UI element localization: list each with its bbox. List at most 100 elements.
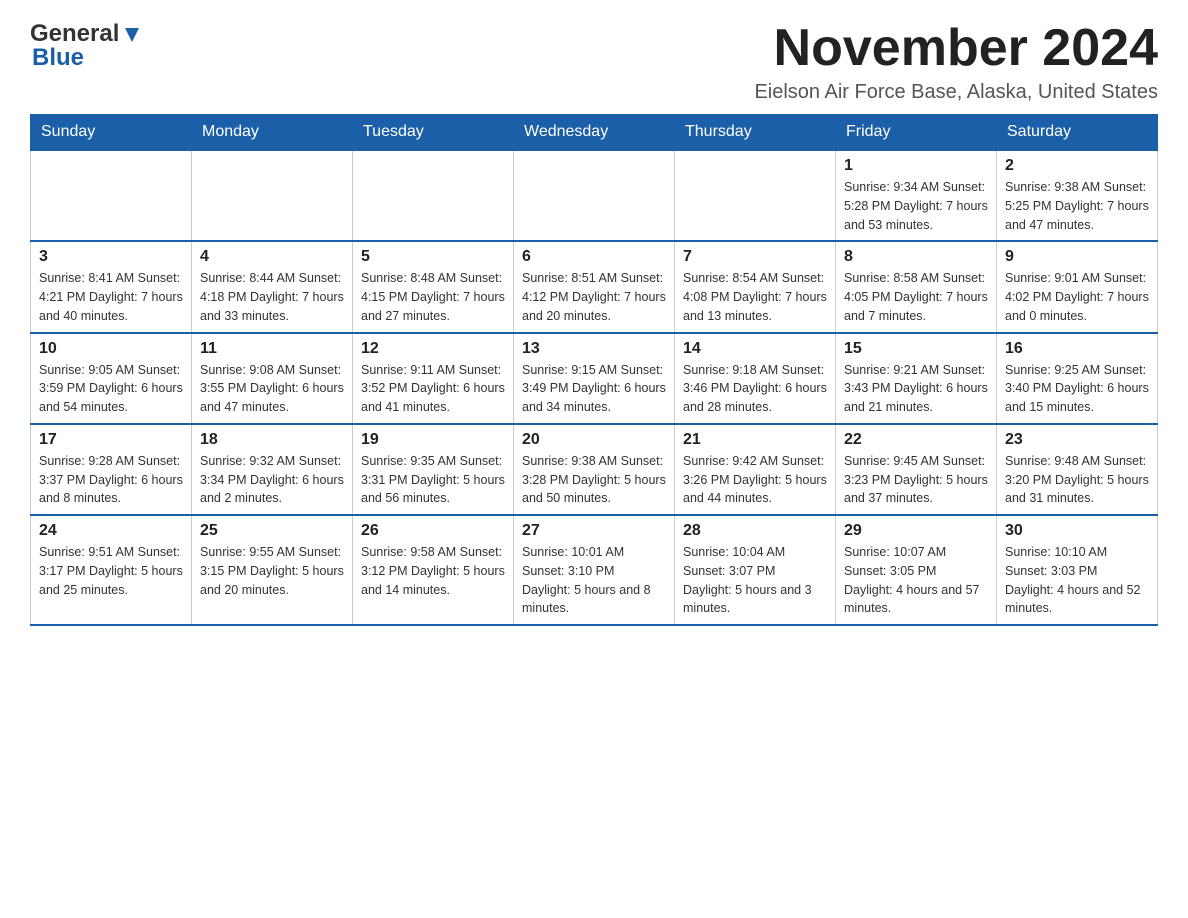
day-number: 11 bbox=[200, 340, 344, 358]
calendar-week-row: 10 Sunrise: 9:05 AM Sunset: 3:59 PM Dayli… bbox=[31, 333, 1158, 424]
day-number: 21 bbox=[683, 431, 827, 449]
table-row bbox=[514, 150, 675, 241]
header-thursday: Thursday bbox=[675, 115, 836, 151]
day-number: 14 bbox=[683, 340, 827, 358]
day-info: Sunrise: 9:34 AM Sunset: 5:28 PM Dayligh… bbox=[844, 178, 988, 234]
day-number: 4 bbox=[200, 248, 344, 266]
day-info: Sunrise: 9:38 AM Sunset: 5:25 PM Dayligh… bbox=[1005, 178, 1149, 234]
day-number: 1 bbox=[844, 157, 988, 175]
table-row: 14 Sunrise: 9:18 AM Sunset: 3:46 PM Dayli… bbox=[675, 333, 836, 424]
day-info: Sunrise: 9:38 AM Sunset: 3:28 PM Dayligh… bbox=[522, 452, 666, 508]
table-row bbox=[31, 150, 192, 241]
day-number: 19 bbox=[361, 431, 505, 449]
day-info: Sunrise: 10:04 AM Sunset: 3:07 PM Daylig… bbox=[683, 543, 827, 618]
day-number: 7 bbox=[683, 248, 827, 266]
day-number: 2 bbox=[1005, 157, 1149, 175]
table-row: 6Sunrise: 8:51 AM Sunset: 4:12 PM Daylig… bbox=[514, 241, 675, 332]
table-row: 3 Sunrise: 8:41 AM Sunset: 4:21 PM Daylig… bbox=[31, 241, 192, 332]
table-row bbox=[192, 150, 353, 241]
table-row: 15 Sunrise: 9:21 AM Sunset: 3:43 PM Dayli… bbox=[836, 333, 997, 424]
table-row: 13 Sunrise: 9:15 AM Sunset: 3:49 PM Dayli… bbox=[514, 333, 675, 424]
table-row: 4 Sunrise: 8:44 AM Sunset: 4:18 PM Daylig… bbox=[192, 241, 353, 332]
table-row: 24Sunrise: 9:51 AM Sunset: 3:17 PM Dayli… bbox=[31, 515, 192, 625]
header-monday: Monday bbox=[192, 115, 353, 151]
day-info: Sunrise: 9:05 AM Sunset: 3:59 PM Dayligh… bbox=[39, 361, 183, 417]
page-title: November 2024 bbox=[754, 20, 1158, 77]
table-row: 2 Sunrise: 9:38 AM Sunset: 5:25 PM Daylig… bbox=[997, 150, 1158, 241]
day-info: Sunrise: 9:51 AM Sunset: 3:17 PM Dayligh… bbox=[39, 543, 183, 599]
day-number: 18 bbox=[200, 431, 344, 449]
table-row: 18 Sunrise: 9:32 AM Sunset: 3:34 PM Dayli… bbox=[192, 424, 353, 515]
title-area: November 2024 Eielson Air Force Base, Al… bbox=[754, 20, 1158, 104]
day-number: 13 bbox=[522, 340, 666, 358]
day-number: 10 bbox=[39, 340, 183, 358]
day-info: Sunrise: 8:48 AM Sunset: 4:15 PM Dayligh… bbox=[361, 269, 505, 325]
day-info: Sunrise: 9:58 AM Sunset: 3:12 PM Dayligh… bbox=[361, 543, 505, 599]
table-row: 29 Sunrise: 10:07 AM Sunset: 3:05 PM Dayl… bbox=[836, 515, 997, 625]
day-info: Sunrise: 9:48 AM Sunset: 3:20 PM Dayligh… bbox=[1005, 452, 1149, 508]
table-row bbox=[675, 150, 836, 241]
day-info: Sunrise: 10:07 AM Sunset: 3:05 PM Daylig… bbox=[844, 543, 988, 618]
table-row: 1 Sunrise: 9:34 AM Sunset: 5:28 PM Daylig… bbox=[836, 150, 997, 241]
calendar-table: Sunday Monday Tuesday Wednesday Thursday… bbox=[30, 114, 1158, 626]
day-number: 26 bbox=[361, 522, 505, 540]
day-info: Sunrise: 9:08 AM Sunset: 3:55 PM Dayligh… bbox=[200, 361, 344, 417]
day-number: 23 bbox=[1005, 431, 1149, 449]
day-number: 27 bbox=[522, 522, 666, 540]
day-number: 20 bbox=[522, 431, 666, 449]
day-info: Sunrise: 9:15 AM Sunset: 3:49 PM Dayligh… bbox=[522, 361, 666, 417]
table-row: 25 Sunrise: 9:55 AM Sunset: 3:15 PM Dayli… bbox=[192, 515, 353, 625]
day-info: Sunrise: 9:55 AM Sunset: 3:15 PM Dayligh… bbox=[200, 543, 344, 599]
table-row: 10 Sunrise: 9:05 AM Sunset: 3:59 PM Dayli… bbox=[31, 333, 192, 424]
day-info: Sunrise: 9:45 AM Sunset: 3:23 PM Dayligh… bbox=[844, 452, 988, 508]
day-number: 9 bbox=[1005, 248, 1149, 266]
calendar-header-row: Sunday Monday Tuesday Wednesday Thursday… bbox=[31, 115, 1158, 151]
table-row: 26 Sunrise: 9:58 AM Sunset: 3:12 PM Dayli… bbox=[353, 515, 514, 625]
day-number: 25 bbox=[200, 522, 344, 540]
calendar-week-row: 3 Sunrise: 8:41 AM Sunset: 4:21 PM Daylig… bbox=[31, 241, 1158, 332]
day-number: 15 bbox=[844, 340, 988, 358]
day-number: 12 bbox=[361, 340, 505, 358]
table-row: 27Sunrise: 10:01 AM Sunset: 3:10 PM Dayl… bbox=[514, 515, 675, 625]
day-number: 29 bbox=[844, 522, 988, 540]
day-info: Sunrise: 9:01 AM Sunset: 4:02 PM Dayligh… bbox=[1005, 269, 1149, 325]
header-tuesday: Tuesday bbox=[353, 115, 514, 151]
header-sunday: Sunday bbox=[31, 115, 192, 151]
day-info: Sunrise: 8:41 AM Sunset: 4:21 PM Dayligh… bbox=[39, 269, 183, 325]
day-info: Sunrise: 9:18 AM Sunset: 3:46 PM Dayligh… bbox=[683, 361, 827, 417]
header-friday: Friday bbox=[836, 115, 997, 151]
day-info: Sunrise: 9:28 AM Sunset: 3:37 PM Dayligh… bbox=[39, 452, 183, 508]
day-info: Sunrise: 9:21 AM Sunset: 3:43 PM Dayligh… bbox=[844, 361, 988, 417]
day-info: Sunrise: 9:35 AM Sunset: 3:31 PM Dayligh… bbox=[361, 452, 505, 508]
day-info: Sunrise: 8:58 AM Sunset: 4:05 PM Dayligh… bbox=[844, 269, 988, 325]
table-row: 30 Sunrise: 10:10 AM Sunset: 3:03 PM Dayl… bbox=[997, 515, 1158, 625]
day-info: Sunrise: 10:10 AM Sunset: 3:03 PM Daylig… bbox=[1005, 543, 1149, 618]
day-info: Sunrise: 8:44 AM Sunset: 4:18 PM Dayligh… bbox=[200, 269, 344, 325]
day-number: 8 bbox=[844, 248, 988, 266]
table-row: 5Sunrise: 8:48 AM Sunset: 4:15 PM Daylig… bbox=[353, 241, 514, 332]
page-subtitle: Eielson Air Force Base, Alaska, United S… bbox=[754, 81, 1158, 104]
day-number: 22 bbox=[844, 431, 988, 449]
day-number: 3 bbox=[39, 248, 183, 266]
table-row: 19 Sunrise: 9:35 AM Sunset: 3:31 PM Dayli… bbox=[353, 424, 514, 515]
table-row: 12Sunrise: 9:11 AM Sunset: 3:52 PM Dayli… bbox=[353, 333, 514, 424]
day-number: 16 bbox=[1005, 340, 1149, 358]
table-row: 28 Sunrise: 10:04 AM Sunset: 3:07 PM Dayl… bbox=[675, 515, 836, 625]
logo-triangle-icon bbox=[121, 24, 143, 46]
day-info: Sunrise: 8:54 AM Sunset: 4:08 PM Dayligh… bbox=[683, 269, 827, 325]
table-row: 20 Sunrise: 9:38 AM Sunset: 3:28 PM Dayli… bbox=[514, 424, 675, 515]
calendar-week-row: 17Sunrise: 9:28 AM Sunset: 3:37 PM Dayli… bbox=[31, 424, 1158, 515]
calendar-week-row: 24Sunrise: 9:51 AM Sunset: 3:17 PM Dayli… bbox=[31, 515, 1158, 625]
day-number: 6 bbox=[522, 248, 666, 266]
day-number: 28 bbox=[683, 522, 827, 540]
logo: General Blue bbox=[30, 20, 143, 72]
table-row: 7 Sunrise: 8:54 AM Sunset: 4:08 PM Daylig… bbox=[675, 241, 836, 332]
table-row: 21Sunrise: 9:42 AM Sunset: 3:26 PM Dayli… bbox=[675, 424, 836, 515]
day-number: 30 bbox=[1005, 522, 1149, 540]
table-row bbox=[353, 150, 514, 241]
day-info: Sunrise: 9:25 AM Sunset: 3:40 PM Dayligh… bbox=[1005, 361, 1149, 417]
logo-blue-text: Blue bbox=[32, 44, 84, 72]
day-info: Sunrise: 9:32 AM Sunset: 3:34 PM Dayligh… bbox=[200, 452, 344, 508]
table-row: 17Sunrise: 9:28 AM Sunset: 3:37 PM Dayli… bbox=[31, 424, 192, 515]
calendar-week-row: 1 Sunrise: 9:34 AM Sunset: 5:28 PM Daylig… bbox=[31, 150, 1158, 241]
